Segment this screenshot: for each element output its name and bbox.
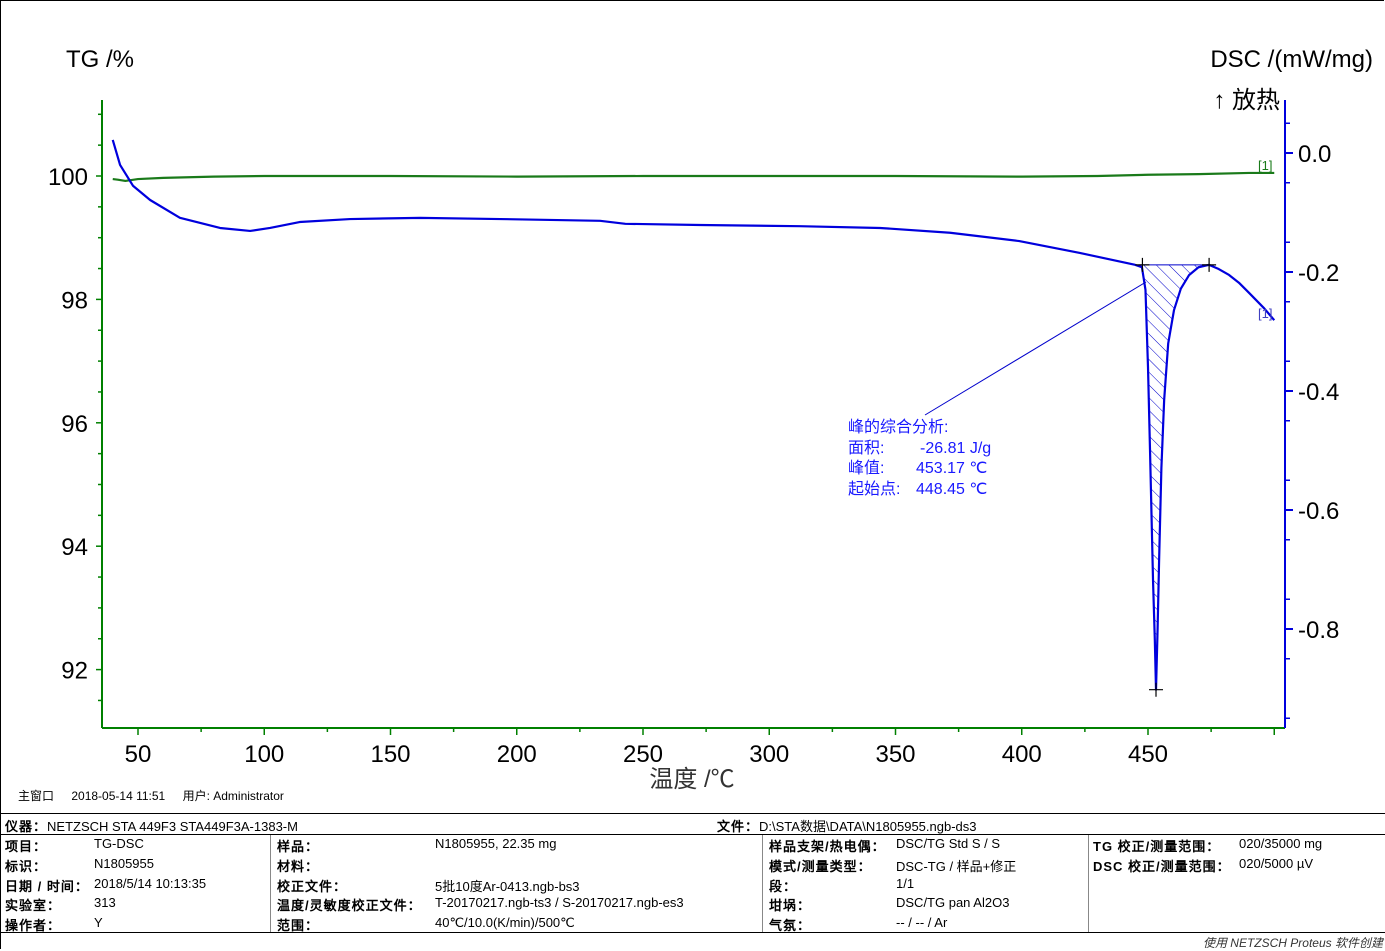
divider	[0, 932, 1385, 933]
info-value: DSC/TG pan Al2O3	[896, 895, 1010, 910]
dsc-tick-label: -0.4	[1298, 379, 1339, 406]
file-row: 文件：D:\STA数据\DATA\N1805955.ngb-ds3	[717, 816, 977, 835]
area-label: 面积:	[848, 439, 884, 457]
instrument-row: 仪器：NETZSCH STA 449F3 STA449F3A-1383-M	[5, 816, 298, 835]
divider	[0, 813, 1385, 814]
status-line: 主窗口 2018-05-14 11:51 用户: Administrator	[18, 787, 298, 804]
file-value: D:\STA数据\DATA\N1805955.ngb-ds3	[759, 819, 977, 834]
exo-direction-label: ↑ 放热	[1213, 87, 1280, 114]
tg-dsc-chart: TG /% DSC /(mW/mg) ↑ 放热 温度 /℃ 100 98 96 94 9…	[48, 46, 1373, 793]
info-label: 项目：	[5, 839, 48, 854]
x-tick-label: 350	[875, 741, 915, 768]
tg-tick-label: 92	[61, 658, 88, 685]
info-value: N1805955	[94, 856, 154, 871]
window-name: 主窗口	[18, 789, 55, 803]
divider	[1088, 835, 1089, 932]
info-value: 40℃/10.0(K/min)/500℃	[435, 915, 575, 930]
instrument-label: 仪器：	[5, 819, 48, 834]
x-tick-label: 300	[749, 741, 789, 768]
info-label: TG 校正/测量范围：	[1093, 839, 1221, 854]
info-label: 温度/灵敏度校正文件：	[277, 898, 422, 913]
dsc-tick-label: -0.8	[1298, 617, 1339, 644]
info-label: 实验室：	[5, 898, 62, 913]
dsc-tick-label: 0.0	[1298, 141, 1331, 168]
x-tick-label: 200	[497, 741, 537, 768]
info-value: 5批10度Ar-0413.ngb-bs3	[435, 879, 580, 894]
tg-curve	[112, 171, 1275, 183]
tg-tick-label: 96	[61, 411, 88, 438]
x-tick-label: 150	[370, 741, 410, 768]
peak-analysis-title: 峰的综合分析:	[848, 418, 948, 436]
x-tick-label: 100	[244, 741, 284, 768]
file-label: 文件：	[717, 819, 760, 834]
tg-axis-label: TG /%	[66, 46, 134, 73]
tg-tick-label: 100	[48, 164, 88, 191]
info-value: DSC-TG / 样品+修正	[896, 859, 1017, 874]
x-axis-label: 温度 /℃	[649, 766, 734, 793]
x-tick-label: 50	[125, 741, 152, 768]
area-value: -26.81 J/g	[920, 440, 991, 457]
info-label: 日期 / 时间：	[5, 879, 89, 894]
info-label: DSC 校正/测量范围：	[1093, 859, 1231, 874]
footer-credit: 使用 NETZSCH Proteus 软件创建	[1202, 936, 1383, 950]
end-marker	[1202, 257, 1217, 272]
info-value: 020/5000 µV	[1239, 856, 1313, 871]
peak-label: 峰值:	[848, 459, 884, 477]
x-tick-label: 400	[1002, 741, 1042, 768]
dsc-axis-label: DSC /(mW/mg)	[1210, 46, 1373, 73]
info-value: Y	[94, 915, 103, 930]
info-value: 020/35000 mg	[1239, 836, 1323, 851]
peak-value: 453.17 ℃	[916, 460, 987, 477]
x-tick-label: 250	[623, 741, 663, 768]
info-label: 样品支架/热电偶：	[769, 839, 886, 854]
onset-label: 起始点:	[848, 480, 900, 498]
info-label: 校正文件：	[277, 879, 348, 894]
peak-marker	[1149, 682, 1163, 697]
info-label: 标识：	[5, 859, 48, 874]
instrument-value: NETZSCH STA 449F3 STA449F3A-1383-M	[47, 819, 298, 834]
divider	[762, 835, 763, 932]
info-label: 材料：	[277, 859, 320, 874]
tg-tick-label: 98	[61, 287, 88, 314]
info-value: T-20170217.ngb-ts3 / S-20170217.ngb-es3	[435, 895, 684, 910]
dsc-tick-label: -0.6	[1298, 498, 1339, 525]
info-value: 1/1	[896, 876, 915, 891]
dsc-tick-label: -0.2	[1298, 260, 1339, 287]
tg-tick-label: 94	[61, 534, 88, 561]
info-value: TG-DSC	[94, 836, 144, 851]
tg-curve-tag: [1]	[1258, 158, 1272, 173]
divider	[270, 835, 271, 932]
divider	[0, 834, 1385, 835]
info-value: 2018/5/14 10:13:35	[94, 876, 207, 891]
info-value: N1805955, 22.35 mg	[435, 836, 557, 851]
x-tick-label: 450	[1128, 741, 1168, 768]
info-label: 坩埚：	[769, 898, 812, 913]
info-label: 段：	[769, 879, 798, 894]
dsc-curve-tag: [1]	[1258, 306, 1272, 321]
info-value: 313	[94, 895, 116, 910]
status-datetime: 2018-05-14 11:51	[71, 789, 166, 803]
annotation-leader-line	[924, 281, 1147, 416]
info-value: -- / -- / Ar	[896, 915, 948, 930]
info-label: 模式/测量类型：	[769, 859, 872, 874]
info-value: DSC/TG Std S / S	[896, 836, 1001, 851]
dsc-curve	[111, 139, 1276, 691]
status-user: 用户: Administrator	[182, 789, 284, 803]
onset-value: 448.45 ℃	[916, 481, 987, 498]
info-label: 样品：	[277, 839, 320, 854]
